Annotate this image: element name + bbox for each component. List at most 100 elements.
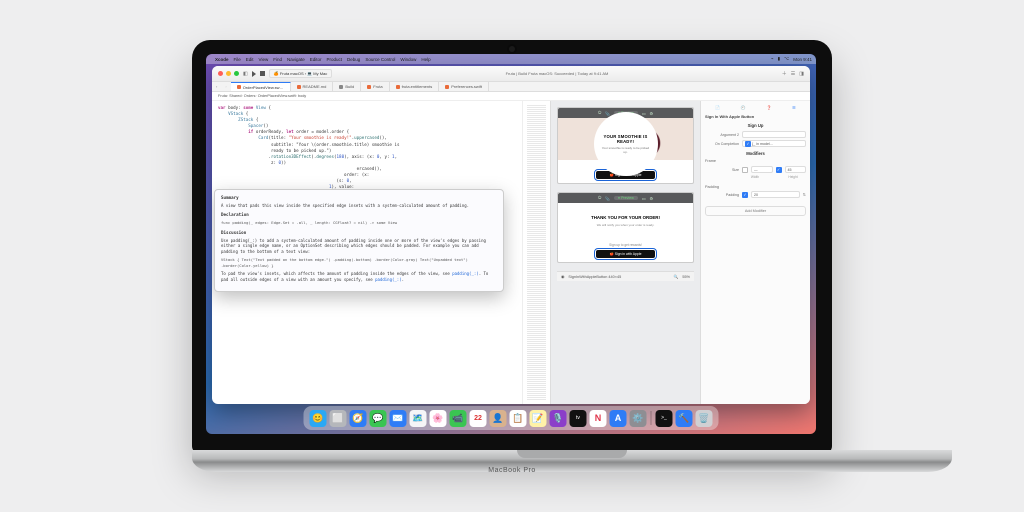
pin-icon[interactable]: 📎: [605, 111, 610, 116]
crumb[interactable]: body: [296, 94, 307, 98]
popover-link-1[interactable]: padding(_:): [452, 271, 479, 276]
dock-reminders[interactable]: 📋: [510, 410, 527, 427]
sign-in-apple-button[interactable]: 🍎 Sign in with Apple: [596, 250, 656, 258]
dock-photos[interactable]: 🌸: [430, 410, 447, 427]
tab-build[interactable]: Build: [333, 82, 361, 91]
scheme-selector[interactable]: 🍊 Fruta macOS › 💻 My Mac: [269, 69, 333, 78]
dock-contacts[interactable]: 👤: [490, 410, 507, 427]
canvas-inspect-icon[interactable]: ◉: [561, 274, 564, 279]
menu-view[interactable]: View: [259, 57, 269, 62]
dock-facetime[interactable]: 📹: [450, 410, 467, 427]
width-check[interactable]: [742, 167, 748, 173]
dock-mail[interactable]: ✉️: [390, 410, 407, 427]
height-sublabel: Height: [780, 175, 806, 179]
control-center-icon[interactable]: ⌥: [784, 56, 789, 62]
width-field[interactable]: —: [751, 166, 773, 173]
minimap[interactable]: [522, 101, 550, 404]
wifi-icon[interactable]: ⌁: [771, 56, 774, 62]
tab-fruta-entitlements[interactable]: fruta.entitlements: [390, 82, 440, 91]
sidebar-toggle-icon[interactable]: ◧: [243, 71, 248, 77]
library-icon[interactable]: ☰: [791, 71, 795, 77]
dock-tv[interactable]: tv: [570, 410, 587, 427]
clock[interactable]: Mon 9:41: [793, 57, 812, 62]
oncompletion-check[interactable]: ✓: [745, 141, 751, 147]
settings-icon[interactable]: ⚙: [649, 196, 652, 201]
device-icon[interactable]: ▭: [642, 196, 646, 201]
dock-maps[interactable]: 🗺️: [410, 410, 427, 427]
canvas-zoom-out[interactable]: 🔍: [674, 274, 679, 279]
menu-editor[interactable]: Editor: [310, 57, 322, 62]
crumb[interactable]: Fruta: [218, 94, 227, 98]
dock-calendar[interactable]: 22: [470, 410, 487, 427]
swift-file-icon: [367, 85, 371, 89]
file-inspector-icon[interactable]: 📄: [715, 105, 720, 110]
battery-icon[interactable]: ▮: [778, 56, 780, 62]
menu-help[interactable]: Help: [421, 57, 430, 62]
oncompletion-field[interactable]: ✓ {_ in model…: [742, 140, 806, 147]
height-field[interactable]: 45: [785, 166, 807, 173]
close-icon[interactable]: [218, 71, 223, 76]
menu-source-control[interactable]: Source Control: [365, 57, 395, 62]
tab-preferences-swift[interactable]: Preferences.swift: [439, 82, 489, 91]
settings-icon[interactable]: ⚙: [649, 111, 652, 116]
dock-safari[interactable]: 🧭: [350, 410, 367, 427]
tab-orderplacedview-sw-[interactable]: OrderPlacedView.sw…: [231, 82, 291, 91]
power-icon[interactable]: ⏻: [598, 111, 601, 115]
dock-podcasts[interactable]: 🎙️: [550, 410, 567, 427]
padding-check[interactable]: ✓: [742, 192, 748, 198]
dock-notes[interactable]: 📝: [530, 410, 547, 427]
inspector-toggle-icon[interactable]: ◨: [799, 71, 804, 77]
help-inspector-icon[interactable]: ❓: [766, 105, 771, 110]
canvas-zoom[interactable]: 55%: [682, 275, 690, 279]
zoom-icon[interactable]: [234, 71, 239, 76]
preview-toolbar[interactable]: ⏻ 📎 ● Preview ▭ ⚙: [558, 193, 693, 203]
crumb[interactable]: OrderPlacedView.swift: [255, 94, 295, 98]
pin-icon[interactable]: 📎: [605, 196, 610, 201]
crumb[interactable]: Orders: [241, 94, 255, 98]
add-modifier-button[interactable]: Add Modifier: [705, 206, 806, 216]
device-icon[interactable]: ▭: [642, 111, 646, 116]
traffic-lights[interactable]: [218, 71, 239, 76]
dock-finder[interactable]: 😊: [310, 410, 327, 427]
menu-file[interactable]: File: [234, 57, 241, 62]
dock-terminal[interactable]: >_: [656, 410, 673, 427]
tab-fruta[interactable]: Fruta: [361, 82, 389, 91]
menu-navigate[interactable]: Navigate: [287, 57, 305, 62]
arg2-field[interactable]: [742, 131, 806, 138]
dock-appstore[interactable]: A: [610, 410, 627, 427]
stepper-icon[interactable]: ⇅: [803, 192, 806, 197]
jump-bar[interactable]: FrutaSharedOrdersOrderPlacedView.swiftbo…: [212, 92, 810, 101]
stop-button[interactable]: [260, 71, 265, 76]
run-button[interactable]: [252, 71, 256, 77]
crumb[interactable]: Shared: [227, 94, 242, 98]
dock-launchpad[interactable]: ⬜: [330, 410, 347, 427]
tab-readme-md[interactable]: README.md: [291, 82, 334, 91]
dock-settings[interactable]: ⚙️: [630, 410, 647, 427]
padding-field[interactable]: 20: [751, 191, 800, 198]
activity-status: Fruta | Build Fruta macOS: Succeeded | T…: [336, 71, 778, 76]
menu-find[interactable]: Find: [273, 57, 282, 62]
attrs-inspector-icon[interactable]: ☰: [792, 105, 796, 110]
popover-link-2[interactable]: padding(_:): [375, 277, 402, 282]
preview-1[interactable]: ⏻ 📎 ● Preview ▭ ⚙ YOUR SMOOTHIE IS READY…: [557, 107, 694, 184]
nav-back-icon[interactable]: ‹: [212, 84, 221, 89]
height-check[interactable]: ✓: [776, 167, 782, 173]
menu-product[interactable]: Product: [327, 57, 343, 62]
dock-messages[interactable]: 💬: [370, 410, 387, 427]
preview2-sub: We will notify you when your order is re…: [564, 223, 687, 227]
history-inspector-icon[interactable]: 🕘: [741, 105, 746, 110]
plus-icon[interactable]: ＋: [782, 70, 787, 77]
preview-2[interactable]: ⏻ 📎 ● Preview ▭ ⚙ THANK YOU FOR YOUR ORD…: [557, 192, 694, 263]
preview-live-button[interactable]: ● Preview: [614, 196, 638, 200]
menu-edit[interactable]: Edit: [246, 57, 254, 62]
nav-fwd-icon[interactable]: ›: [221, 84, 230, 89]
minimize-icon[interactable]: [226, 71, 231, 76]
menu-window[interactable]: Window: [400, 57, 416, 62]
dock-xcode[interactable]: 🔨: [676, 410, 693, 427]
source-editor[interactable]: Summary A view that pads this view insid…: [212, 101, 522, 404]
menu-debug[interactable]: Debug: [347, 57, 360, 62]
menubar-app[interactable]: Xcode: [215, 57, 229, 62]
dock-news[interactable]: N: [590, 410, 607, 427]
power-icon[interactable]: ⏻: [598, 196, 601, 200]
dock-trash[interactable]: 🗑️: [696, 410, 713, 427]
